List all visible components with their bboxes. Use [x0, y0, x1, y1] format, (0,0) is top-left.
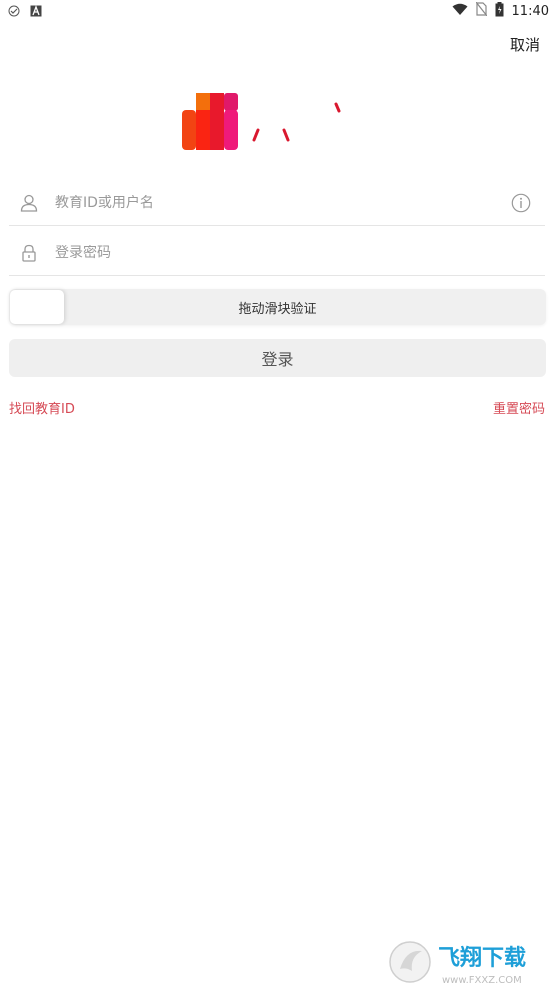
watermark-url: www.FXXZ.COM [442, 975, 522, 986]
password-input[interactable] [55, 245, 545, 261]
slider-handle[interactable] [10, 290, 64, 324]
lock-icon [17, 244, 41, 262]
slider-captcha: 拖动滑块验证 [9, 289, 546, 325]
password-field [9, 231, 545, 276]
slider-label: 拖动滑块验证 [238, 301, 317, 317]
clock-time: 11:40 [511, 3, 549, 19]
battery-icon [495, 1, 504, 21]
recover-id-link[interactable]: 找回教育ID [9, 398, 75, 417]
cancel-button[interactable]: 取消 [510, 34, 540, 55]
watermark-logo: 飞翔下载 www.FXXZ.COM [388, 937, 545, 989]
logo-wordmark-fragments [248, 100, 348, 145]
status-bar: 11:40 [0, 0, 555, 22]
app-logo [182, 93, 238, 150]
status-right: 11:40 [452, 1, 555, 21]
username-field [9, 181, 545, 226]
reset-password-link[interactable]: 重置密码 [493, 398, 545, 417]
login-button[interactable]: 登录 [9, 339, 546, 377]
username-input[interactable] [55, 195, 511, 211]
notification-app-icon [8, 5, 20, 17]
notification-a-icon [30, 5, 42, 17]
info-icon[interactable] [511, 193, 531, 213]
user-icon [17, 194, 41, 212]
wifi-icon [452, 3, 468, 20]
status-left [0, 5, 42, 17]
no-sim-icon [475, 1, 488, 20]
watermark-brand: 飞翔下载 [438, 945, 526, 971]
